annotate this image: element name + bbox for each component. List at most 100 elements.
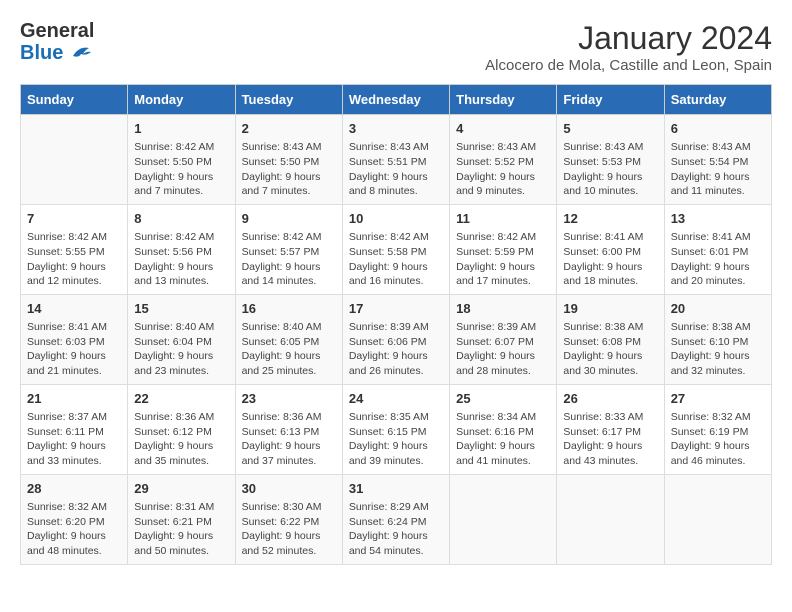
calendar-cell: 2Sunrise: 8:43 AM Sunset: 5:50 PM Daylig… [235,115,342,205]
calendar-cell: 23 Sunrise: 8:36 AM Sunset: 6:13 PM Dayli… [235,384,342,474]
day-content: Sunrise: 8:41 AM Sunset: 6:00 PM Dayligh… [563,230,657,289]
calendar-cell: 18 Sunrise: 8:39 AM Sunset: 6:07 PM Dayli… [450,294,557,384]
calendar-cell: 25Sunrise: 8:34 AM Sunset: 6:16 PM Dayli… [450,384,557,474]
day-content: Sunrise: 8:36 AM Sunset: 6:13 PM Dayligh… [242,410,336,469]
day-content: Sunrise: 8:42 AM Sunset: 5:56 PM Dayligh… [134,230,228,289]
day-content: Sunrise: 8:39 AM Sunset: 6:07 PM Dayligh… [456,320,550,379]
day-content: Sunrise: 8:42 AM Sunset: 5:50 PM Dayligh… [134,140,228,199]
day-content: Sunrise: 8:43 AM Sunset: 5:53 PM Dayligh… [563,140,657,199]
day-number: 11 [456,210,550,228]
day-number: 14 [27,300,121,318]
day-number: 13 [671,210,765,228]
calendar-cell: 30 Sunrise: 8:30 AM Sunset: 6:22 PM Dayli… [235,474,342,564]
calendar-week-2: 14Sunrise: 8:41 AM Sunset: 6:03 PM Dayli… [21,294,772,384]
day-number: 3 [349,120,443,138]
calendar-cell: 24 Sunrise: 8:35 AM Sunset: 6:15 PM Dayli… [342,384,449,474]
calendar-cell [450,474,557,564]
logo: General Blue [20,20,94,65]
calendar-cell: 7 Sunrise: 8:42 AM Sunset: 5:55 PM Daylig… [21,204,128,294]
day-content: Sunrise: 8:30 AM Sunset: 6:22 PM Dayligh… [242,500,336,559]
header-row: Sunday Monday Tuesday Wednesday Thursday… [21,85,772,115]
day-number: 15 [134,300,228,318]
day-content: Sunrise: 8:38 AM Sunset: 6:08 PM Dayligh… [563,320,657,379]
logo-bird-icon [71,43,93,65]
day-number: 5 [563,120,657,138]
day-number: 1 [134,120,228,138]
header-friday: Friday [557,85,664,115]
calendar-cell: 12 Sunrise: 8:41 AM Sunset: 6:00 PM Dayli… [557,204,664,294]
day-number: 23 [242,390,336,408]
calendar-cell: 26Sunrise: 8:33 AM Sunset: 6:17 PM Dayli… [557,384,664,474]
day-number: 24 [349,390,443,408]
day-content: Sunrise: 8:39 AM Sunset: 6:06 PM Dayligh… [349,320,443,379]
calendar-cell: 6Sunrise: 8:43 AM Sunset: 5:54 PM Daylig… [664,115,771,205]
calendar-cell: 4Sunrise: 8:43 AM Sunset: 5:52 PM Daylig… [450,115,557,205]
calendar-cell: 19 Sunrise: 8:38 AM Sunset: 6:08 PM Dayli… [557,294,664,384]
day-content: Sunrise: 8:40 AM Sunset: 6:04 PM Dayligh… [134,320,228,379]
header-saturday: Saturday [664,85,771,115]
calendar-cell: 27Sunrise: 8:32 AM Sunset: 6:19 PM Dayli… [664,384,771,474]
header-monday: Monday [128,85,235,115]
header-tuesday: Tuesday [235,85,342,115]
day-content: Sunrise: 8:42 AM Sunset: 5:55 PM Dayligh… [27,230,121,289]
day-content: Sunrise: 8:38 AM Sunset: 6:10 PM Dayligh… [671,320,765,379]
day-content: Sunrise: 8:42 AM Sunset: 5:57 PM Dayligh… [242,230,336,289]
day-number: 27 [671,390,765,408]
day-content: Sunrise: 8:43 AM Sunset: 5:54 PM Dayligh… [671,140,765,199]
sub-title: Alcocero de Mola, Castille and Leon, Spa… [485,57,772,74]
calendar-cell: 10Sunrise: 8:42 AM Sunset: 5:58 PM Dayli… [342,204,449,294]
calendar-week-4: 28Sunrise: 8:32 AM Sunset: 6:20 PM Dayli… [21,474,772,564]
header-thursday: Thursday [450,85,557,115]
calendar-week-1: 7 Sunrise: 8:42 AM Sunset: 5:55 PM Daylig… [21,204,772,294]
day-content: Sunrise: 8:43 AM Sunset: 5:51 PM Dayligh… [349,140,443,199]
day-number: 18 [456,300,550,318]
day-number: 22 [134,390,228,408]
calendar-header: Sunday Monday Tuesday Wednesday Thursday… [21,85,772,115]
title-area: January 2024 Alcocero de Mola, Castille … [485,20,772,74]
calendar-cell: 22 Sunrise: 8:36 AM Sunset: 6:12 PM Dayli… [128,384,235,474]
day-content: Sunrise: 8:29 AM Sunset: 6:24 PM Dayligh… [349,500,443,559]
calendar-cell: 8 Sunrise: 8:42 AM Sunset: 5:56 PM Daylig… [128,204,235,294]
calendar-cell: 15 Sunrise: 8:40 AM Sunset: 6:04 PM Dayli… [128,294,235,384]
calendar-cell: 13 Sunrise: 8:41 AM Sunset: 6:01 PM Dayli… [664,204,771,294]
day-content: Sunrise: 8:36 AM Sunset: 6:12 PM Dayligh… [134,410,228,469]
calendar-cell: 9Sunrise: 8:42 AM Sunset: 5:57 PM Daylig… [235,204,342,294]
day-content: Sunrise: 8:43 AM Sunset: 5:52 PM Dayligh… [456,140,550,199]
day-content: Sunrise: 8:35 AM Sunset: 6:15 PM Dayligh… [349,410,443,469]
day-number: 8 [134,210,228,228]
header-sunday: Sunday [21,85,128,115]
calendar-table: Sunday Monday Tuesday Wednesday Thursday… [20,84,772,565]
day-number: 26 [563,390,657,408]
calendar-cell: 11Sunrise: 8:42 AM Sunset: 5:59 PM Dayli… [450,204,557,294]
day-content: Sunrise: 8:37 AM Sunset: 6:11 PM Dayligh… [27,410,121,469]
day-content: Sunrise: 8:40 AM Sunset: 6:05 PM Dayligh… [242,320,336,379]
day-content: Sunrise: 8:42 AM Sunset: 5:58 PM Dayligh… [349,230,443,289]
calendar-cell: 16 Sunrise: 8:40 AM Sunset: 6:05 PM Dayli… [235,294,342,384]
calendar-cell [557,474,664,564]
calendar-cell: 1 Sunrise: 8:42 AM Sunset: 5:50 PM Daylig… [128,115,235,205]
day-number: 20 [671,300,765,318]
day-number: 12 [563,210,657,228]
day-number: 19 [563,300,657,318]
calendar-cell: 14Sunrise: 8:41 AM Sunset: 6:03 PM Dayli… [21,294,128,384]
day-content: Sunrise: 8:31 AM Sunset: 6:21 PM Dayligh… [134,500,228,559]
header-wednesday: Wednesday [342,85,449,115]
day-number: 25 [456,390,550,408]
calendar-cell: 21Sunrise: 8:37 AM Sunset: 6:11 PM Dayli… [21,384,128,474]
calendar-cell: 28Sunrise: 8:32 AM Sunset: 6:20 PM Dayli… [21,474,128,564]
header: General Blue January 2024 Alcocero de Mo… [20,20,772,74]
calendar-cell: 5 Sunrise: 8:43 AM Sunset: 5:53 PM Daylig… [557,115,664,205]
calendar-cell: 20 Sunrise: 8:38 AM Sunset: 6:10 PM Dayli… [664,294,771,384]
calendar-week-0: 1 Sunrise: 8:42 AM Sunset: 5:50 PM Daylig… [21,115,772,205]
calendar-body: 1 Sunrise: 8:42 AM Sunset: 5:50 PM Daylig… [21,115,772,565]
day-content: Sunrise: 8:32 AM Sunset: 6:20 PM Dayligh… [27,500,121,559]
calendar-week-3: 21Sunrise: 8:37 AM Sunset: 6:11 PM Dayli… [21,384,772,474]
day-number: 30 [242,480,336,498]
day-content: Sunrise: 8:41 AM Sunset: 6:01 PM Dayligh… [671,230,765,289]
calendar-cell [21,115,128,205]
main-title: January 2024 [485,20,772,57]
day-number: 16 [242,300,336,318]
day-number: 17 [349,300,443,318]
calendar-cell: 3 Sunrise: 8:43 AM Sunset: 5:51 PM Daylig… [342,115,449,205]
day-number: 7 [27,210,121,228]
